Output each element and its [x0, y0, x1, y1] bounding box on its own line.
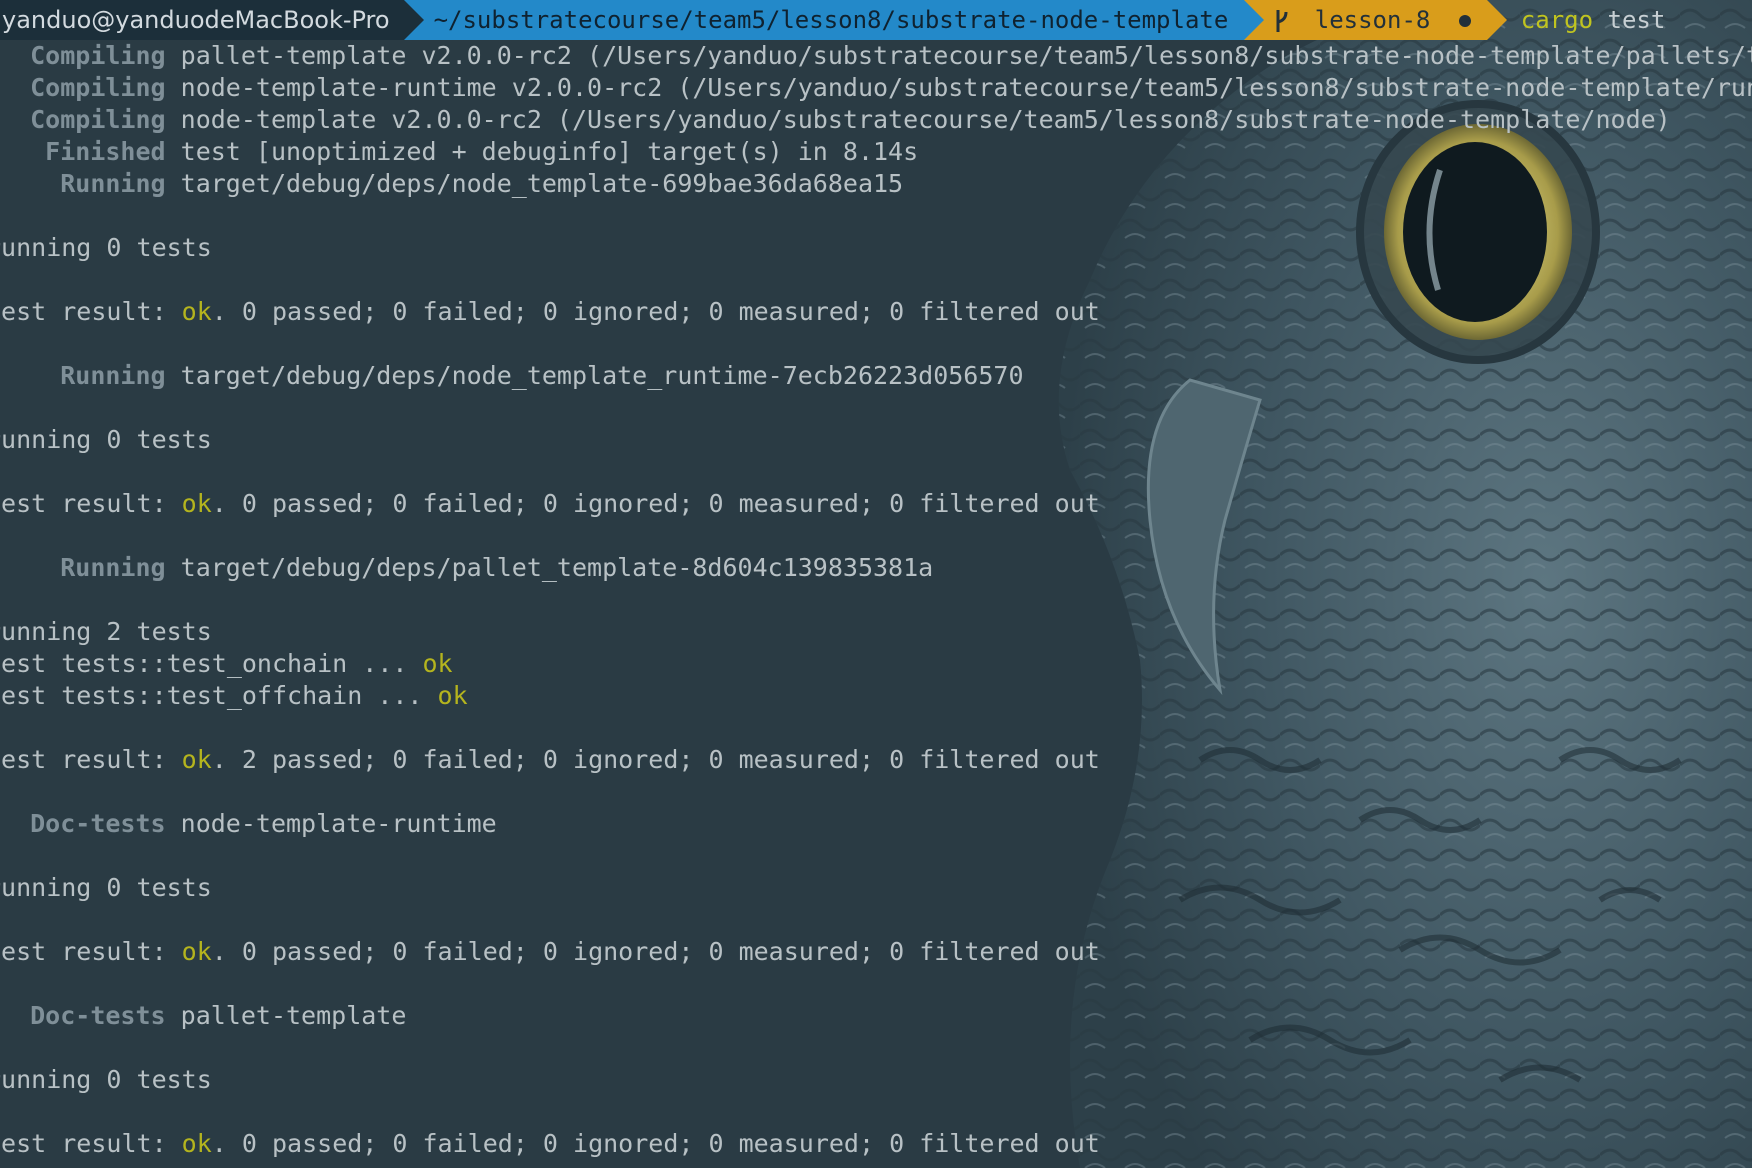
prompt-command[interactable]: cargo test: [1487, 0, 1666, 40]
test-result-line: test result: ok. 0 passed; 0 failed; 0 i…: [0, 936, 1752, 968]
test-case-line: test tests::test_offchain ... ok: [0, 680, 1752, 712]
output-line: Compiling node-template-runtime v2.0.0-r…: [0, 72, 1752, 104]
terminal-window[interactable]: yanduo@yanduodeMacBook-Pro ~/substrateco…: [0, 0, 1752, 1168]
terminal-output: Compiling pallet-template v2.0.0-rc2 (/U…: [0, 40, 1752, 1160]
prompt-separator-arrow: [1486, 0, 1507, 40]
status-label: Running: [60, 553, 166, 582]
status-label: Doc-tests: [30, 809, 166, 838]
test-case-line: test tests::test_onchain ... ok: [0, 648, 1752, 680]
result-summary: . 0 passed; 0 failed; 0 ignored; 0 measu…: [211, 1129, 1100, 1158]
result-prefix: test result:: [0, 937, 182, 966]
output-text: running 2 tests: [0, 617, 212, 646]
result-summary: . 2 passed; 0 failed; 0 ignored; 0 measu…: [211, 745, 1100, 774]
output-line: running 0 tests: [0, 872, 1752, 904]
prompt-git-branch: lesson-8: [1244, 0, 1507, 40]
output-text: node-template v2.0.0-rc2 (/Users/yanduo/…: [180, 105, 1671, 134]
result-prefix: test result:: [0, 1129, 182, 1158]
status-label: Doc-tests: [30, 1001, 166, 1030]
dirty-indicator-icon: [1458, 15, 1471, 27]
result-summary: . 0 passed; 0 failed; 0 ignored; 0 measu…: [211, 937, 1100, 966]
user-host-text: yanduo@yanduodeMacBook-Pro: [2, 6, 390, 34]
ok-status: ok: [181, 489, 212, 518]
test-name: test tests::test_onchain ...: [0, 649, 423, 678]
output-line: Compiling node-template v2.0.0-rc2 (/Use…: [0, 104, 1752, 136]
git-branch-icon: [1276, 10, 1288, 32]
result-summary: . 0 passed; 0 failed; 0 ignored; 0 measu…: [211, 297, 1100, 326]
output-text: target/debug/deps/node_template-699bae36…: [180, 169, 904, 198]
prompt-user-host: yanduo@yanduodeMacBook-Pro: [0, 0, 424, 40]
output-text: target/debug/deps/pallet_template-8d604c…: [180, 553, 934, 582]
command-args: test: [1607, 6, 1666, 34]
output-line: running 0 tests: [0, 1064, 1752, 1096]
status-label: Compiling: [30, 105, 166, 134]
test-result-line: test result: ok. 2 passed; 0 failed; 0 i…: [0, 744, 1752, 776]
prompt-separator-arrow: [403, 0, 424, 40]
output-text: node-template-runtime v2.0.0-rc2 (/Users…: [180, 73, 1752, 102]
status-label: Finished: [45, 137, 166, 166]
output-text: pallet-template: [180, 1001, 407, 1030]
result-prefix: test result:: [0, 489, 182, 518]
ok-status: ok: [437, 681, 468, 710]
output-text: running 0 tests: [0, 1065, 212, 1094]
test-result-line: test result: ok. 0 passed; 0 failed; 0 i…: [0, 488, 1752, 520]
ok-status: ok: [422, 649, 453, 678]
output-line: running 0 tests: [0, 424, 1752, 456]
status-label: Compiling: [30, 73, 166, 102]
ok-status: ok: [181, 937, 212, 966]
prompt-path: ~/substratecourse/team5/lesson8/substrat…: [403, 0, 1265, 40]
test-result-line: test result: ok. 0 passed; 0 failed; 0 i…: [0, 296, 1752, 328]
status-label: Running: [60, 361, 166, 390]
output-text: test [unoptimized + debuginfo] target(s)…: [180, 137, 919, 166]
result-prefix: test result:: [0, 297, 182, 326]
result-prefix: test result:: [0, 745, 182, 774]
output-line: Running target/debug/deps/pallet_templat…: [0, 552, 1752, 584]
output-line: Doc-tests pallet-template: [0, 1000, 1752, 1032]
output-text: pallet-template v2.0.0-rc2 (/Users/yandu…: [180, 41, 1752, 70]
command-name: cargo: [1520, 6, 1594, 34]
output-line: running 0 tests: [0, 232, 1752, 264]
output-text: running 0 tests: [0, 233, 212, 262]
output-line: running 2 tests: [0, 616, 1752, 648]
test-name: test tests::test_offchain ...: [0, 681, 438, 710]
output-text: running 0 tests: [0, 873, 212, 902]
test-result-line: test result: ok. 0 passed; 0 failed; 0 i…: [0, 1128, 1752, 1160]
output-line: Doc-tests node-template-runtime: [0, 808, 1752, 840]
output-text: running 0 tests: [0, 425, 212, 454]
output-text: node-template-runtime: [180, 809, 497, 838]
status-label: Running: [60, 169, 166, 198]
result-summary: . 0 passed; 0 failed; 0 ignored; 0 measu…: [211, 489, 1100, 518]
ok-status: ok: [181, 297, 212, 326]
output-line: Finished test [unoptimized + debuginfo] …: [0, 136, 1752, 168]
output-line: Running target/debug/deps/node_template-…: [0, 168, 1752, 200]
ok-status: ok: [181, 1129, 212, 1158]
path-text: ~/substratecourse/team5/lesson8/substrat…: [433, 6, 1229, 34]
output-line: Running target/debug/deps/node_template_…: [0, 360, 1752, 392]
shell-prompt: yanduo@yanduodeMacBook-Pro ~/substrateco…: [0, 0, 1752, 40]
output-text: target/debug/deps/node_template_runtime-…: [180, 361, 1024, 390]
prompt-separator-arrow: [1244, 0, 1265, 40]
status-label: Compiling: [30, 41, 166, 70]
ok-status: ok: [181, 745, 212, 774]
output-line: Compiling pallet-template v2.0.0-rc2 (/U…: [0, 40, 1752, 72]
branch-name: lesson-8: [1314, 6, 1431, 34]
